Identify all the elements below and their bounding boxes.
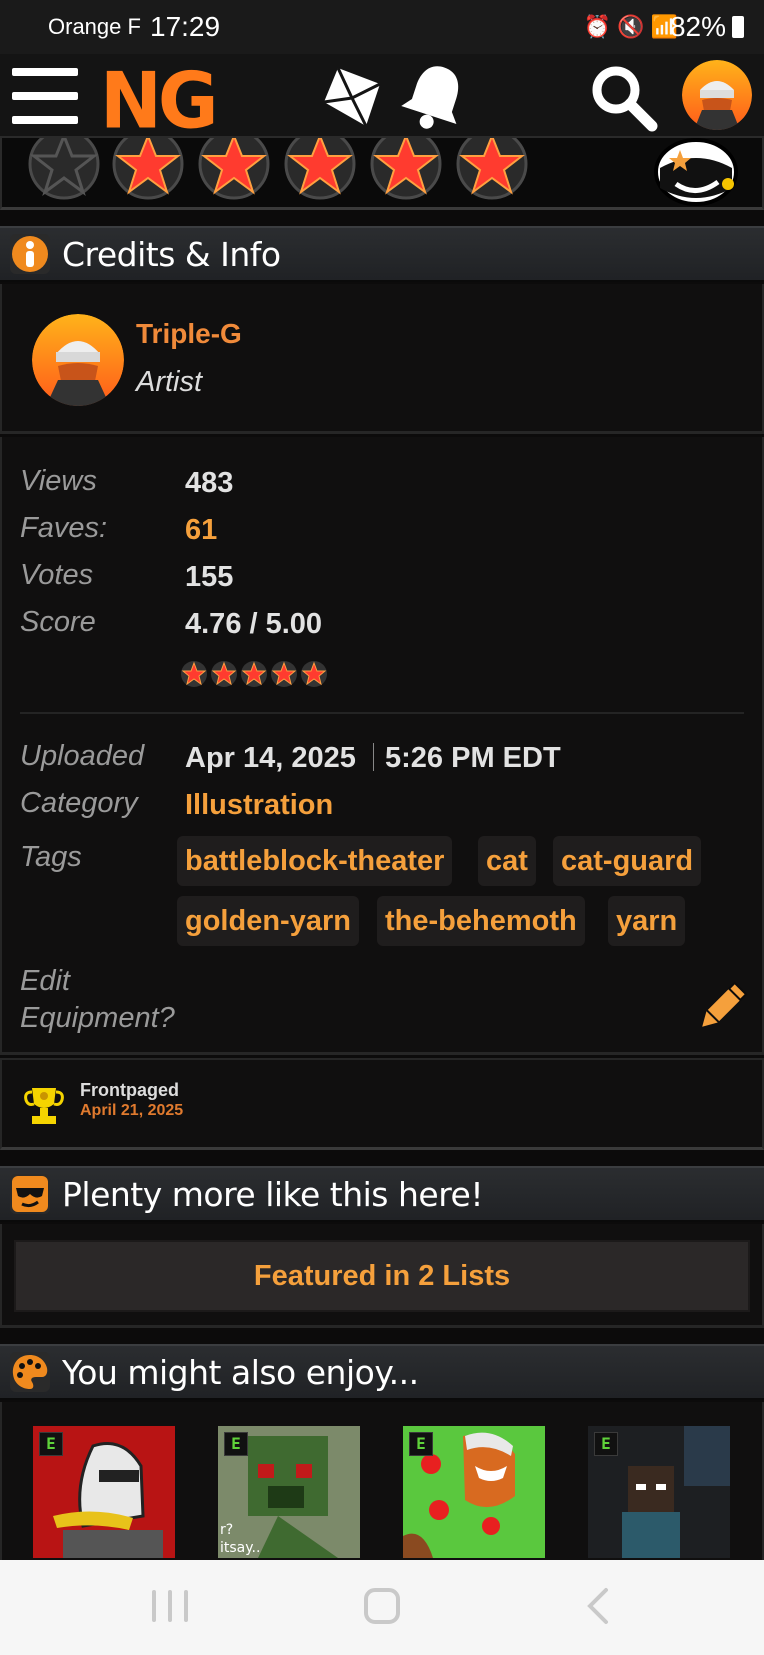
stats-panel: Views 483 Faves: 61 Votes 155 Score 4.76… xyxy=(0,437,764,1055)
faves-label: Faves: xyxy=(20,512,108,544)
newgrounds-logo[interactable]: NG xyxy=(100,56,219,146)
mini-star-icon xyxy=(241,661,267,687)
tag-chip[interactable]: cat-guard xyxy=(553,836,702,886)
uploaded-label: Uploaded xyxy=(20,740,145,772)
category-link[interactable]: Illustration xyxy=(185,789,333,822)
faves-value[interactable]: 61 xyxy=(185,514,217,547)
status-icons: ⏰🔇📶 xyxy=(584,14,684,40)
suggestion-thumbnail[interactable]: r? itsay.. E xyxy=(218,1426,360,1558)
suggestion-thumbnail[interactable]: E xyxy=(403,1426,545,1558)
recent-apps-button[interactable] xyxy=(152,1590,188,1622)
tag-chip[interactable]: golden-yarn xyxy=(177,896,359,946)
uploaded-date: Apr 14, 2025 xyxy=(185,742,356,774)
rating-star[interactable] xyxy=(196,138,272,202)
author-role: Artist xyxy=(136,366,203,398)
info-icon xyxy=(10,234,50,274)
mute-icon: 🔇 xyxy=(617,14,651,39)
tag-chip[interactable]: the-behemoth xyxy=(377,896,585,946)
top-nav: NG xyxy=(0,54,764,146)
svg-text:itsay..: itsay.. xyxy=(220,1540,260,1556)
plenty-more-header: Plenty more like this here! xyxy=(0,1166,764,1222)
rating-e-badge: E xyxy=(409,1432,433,1456)
trophy-icon xyxy=(24,1088,64,1124)
date-time-separator xyxy=(373,743,374,771)
gem-icon[interactable] xyxy=(318,62,388,132)
credits-info-title: Credits & Info xyxy=(62,234,281,274)
author-name-link[interactable]: Triple-G xyxy=(136,318,242,350)
tags-label: Tags xyxy=(20,841,82,873)
author-panel: Triple-G Artist xyxy=(0,284,764,434)
alarm-icon: ⏰ xyxy=(583,14,618,39)
rating-star-empty[interactable] xyxy=(26,138,102,202)
palette-icon xyxy=(10,1352,50,1392)
rating-e-badge: E xyxy=(39,1432,63,1456)
pencil-icon[interactable] xyxy=(696,981,748,1033)
mini-star-icon xyxy=(271,661,297,687)
frontpaged-title: Frontpaged xyxy=(80,1080,179,1100)
rating-star[interactable] xyxy=(110,138,186,202)
home-button[interactable] xyxy=(364,1588,400,1624)
suggestion-thumbnail[interactable]: E xyxy=(33,1426,175,1558)
rating-strip xyxy=(0,138,764,210)
views-label: Views xyxy=(20,465,97,497)
mini-star-icon xyxy=(301,661,327,687)
votes-value: 155 xyxy=(185,561,234,593)
edit-equipment-label-2: Equipment? xyxy=(20,1002,175,1034)
also-enjoy-title: You might also enjoy... xyxy=(62,1352,419,1392)
back-button[interactable] xyxy=(582,1586,614,1626)
rating-e-badge: E xyxy=(224,1432,248,1456)
status-bar: Orange F 17:29 ⏰🔇📶 82% xyxy=(0,0,764,54)
mini-star-icon xyxy=(211,661,237,687)
rating-star[interactable] xyxy=(282,138,358,202)
battery-indicator: 82% xyxy=(670,11,744,43)
featured-lists-button[interactable]: Featured in 2 Lists xyxy=(14,1240,750,1312)
battery-icon xyxy=(732,16,744,38)
search-icon[interactable] xyxy=(588,62,658,132)
score-value: 4.76 / 5.00 xyxy=(185,608,323,640)
avatar[interactable] xyxy=(682,60,752,130)
frontpaged-badge: Frontpaged April 21, 2025 xyxy=(0,1058,764,1150)
tag-chip[interactable]: battleblock-theater xyxy=(177,836,453,886)
battery-percent: 82% xyxy=(669,11,726,42)
rating-star[interactable] xyxy=(454,138,530,202)
clock: 17:29 xyxy=(150,11,221,42)
system-nav-bar xyxy=(0,1560,764,1655)
menu-icon[interactable] xyxy=(12,68,78,124)
rating-e-badge: E xyxy=(594,1432,618,1456)
category-label: Category xyxy=(20,787,138,819)
also-enjoy-header: You might also enjoy... xyxy=(0,1344,764,1400)
score-stars xyxy=(180,660,328,688)
mascot-icon xyxy=(654,138,738,206)
bell-icon[interactable] xyxy=(400,60,470,132)
views-value: 483 xyxy=(185,467,234,499)
svg-text:r?: r? xyxy=(220,1522,233,1538)
tag-chip[interactable]: yarn xyxy=(608,896,686,946)
plenty-more-title: Plenty more like this here! xyxy=(62,1174,484,1214)
carrier-label: Orange F xyxy=(48,14,141,39)
frontpaged-date: April 21, 2025 xyxy=(80,1102,184,1119)
author-avatar[interactable] xyxy=(32,314,124,406)
tag-chip[interactable]: cat xyxy=(478,836,536,886)
score-label: Score xyxy=(20,606,96,638)
divider xyxy=(20,712,744,714)
rating-star[interactable] xyxy=(368,138,444,202)
sunglasses-icon xyxy=(10,1174,50,1214)
credits-info-header: Credits & Info xyxy=(0,226,764,282)
edit-equipment-label: Edit xyxy=(20,965,70,997)
mini-star-icon xyxy=(181,661,207,687)
votes-label: Votes xyxy=(20,559,94,591)
uploaded-time: 5:26 PM EDT xyxy=(385,742,561,774)
suggestion-thumbnail[interactable]: E xyxy=(588,1426,730,1558)
